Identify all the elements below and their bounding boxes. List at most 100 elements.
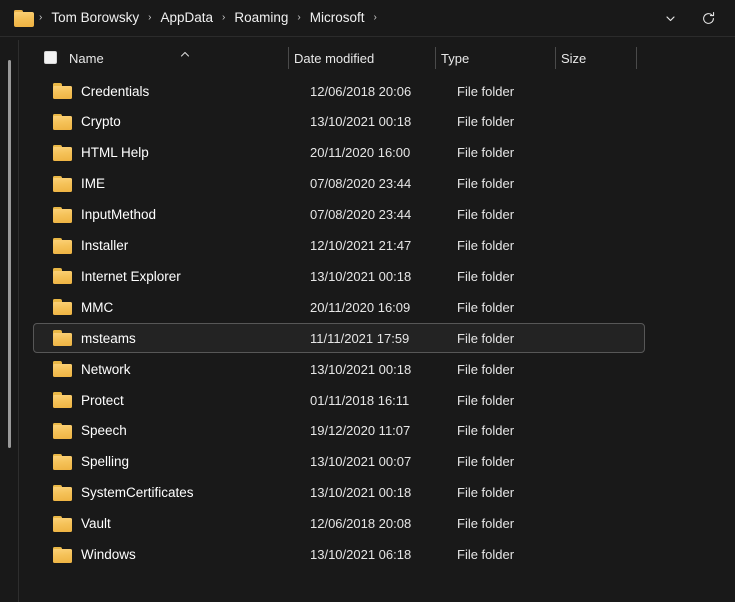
table-row[interactable]: Speech 19/12/2020 11:07 File folder xyxy=(33,416,645,446)
column-resize-handle[interactable] xyxy=(435,47,436,69)
sort-ascending-caret-icon xyxy=(178,46,192,57)
file-name-cell: Crypto xyxy=(34,113,121,130)
breadcrumb-item-roaming[interactable]: Roaming xyxy=(228,7,294,29)
folder-icon xyxy=(53,546,72,563)
file-date-cell: 20/11/2020 16:09 xyxy=(310,299,411,315)
file-name-label: Credentials xyxy=(81,83,150,99)
folder-icon xyxy=(53,175,72,192)
folder-icon xyxy=(53,113,72,130)
file-date-cell: 13/10/2021 00:18 xyxy=(310,268,412,284)
folder-icon xyxy=(53,330,72,347)
file-name-cell: Vault xyxy=(34,515,111,532)
file-date-cell: 13/10/2021 00:18 xyxy=(310,114,412,130)
table-row[interactable]: IME 07/08/2020 23:44 File folder xyxy=(33,169,645,199)
file-name-cell: Protect xyxy=(34,392,124,408)
file-name-cell: Internet Explorer xyxy=(34,268,181,285)
file-name-label: Internet Explorer xyxy=(81,268,181,284)
file-type-cell: File folder xyxy=(457,547,515,562)
file-name-cell: MMC xyxy=(34,299,114,316)
file-explorer-window: › Tom Borowsky › AppData › Roaming › Microsoft › xyxy=(0,0,735,602)
file-date-cell: 13/10/2021 06:18 xyxy=(310,547,412,562)
file-type-cell: File folder xyxy=(457,330,515,346)
address-bar-actions xyxy=(655,4,723,32)
table-row[interactable]: Spelling 13/10/2021 00:07 File folder xyxy=(33,447,645,477)
file-date-cell: 13/10/2021 00:07 xyxy=(310,454,412,470)
column-header-size[interactable]: Size xyxy=(561,44,586,72)
breadcrumb-separator[interactable]: › xyxy=(371,13,380,23)
refresh-icon[interactable] xyxy=(693,4,723,32)
table-row[interactable]: Internet Explorer 13/10/2021 00:18 File fo… xyxy=(33,261,645,291)
file-date-cell: 12/06/2018 20:06 xyxy=(310,83,412,99)
table-row[interactable]: InputMethod 07/08/2020 23:44 File folder xyxy=(33,200,645,230)
column-header-date-modified[interactable]: Date modified xyxy=(294,44,374,72)
file-date-cell: 13/10/2021 00:18 xyxy=(310,361,412,377)
table-row[interactable]: Vault 12/06/2018 20:08 File folder xyxy=(33,509,645,539)
breadcrumb-separator: › xyxy=(222,12,226,23)
breadcrumb-item-appdata[interactable]: AppData xyxy=(154,7,219,29)
file-type-cell: File folder xyxy=(457,268,515,284)
table-row[interactable]: Windows 13/10/2021 06:18 File folder xyxy=(33,540,645,570)
breadcrumb-item-microsoft[interactable]: Microsoft xyxy=(304,7,371,29)
file-date-cell: 07/08/2020 23:44 xyxy=(310,207,412,223)
file-name-label: msteams xyxy=(81,330,136,346)
file-type-cell: File folder xyxy=(457,145,515,161)
column-resize-handle[interactable] xyxy=(288,47,289,69)
folder-icon xyxy=(53,422,72,439)
file-date-cell: 01/11/2018 16:11 xyxy=(310,392,410,408)
folder-icon xyxy=(53,453,72,470)
file-name-cell: Speech xyxy=(34,422,127,439)
file-type-cell: File folder xyxy=(457,423,515,439)
table-row[interactable]: msteams 11/11/2021 17:59 File folder xyxy=(33,323,645,354)
folder-icon xyxy=(53,83,72,99)
file-type-cell: File folder xyxy=(457,454,515,470)
file-type-cell: File folder xyxy=(457,83,515,99)
table-row[interactable]: SystemCertificates 13/10/2021 00:18 File f… xyxy=(33,478,645,508)
file-date-cell: 07/08/2020 23:44 xyxy=(310,176,412,192)
file-type-cell: File folder xyxy=(457,207,515,223)
breadcrumb: › Tom Borowsky › AppData › Roaming › Microsoft › xyxy=(36,0,655,36)
file-name-cell: msteams xyxy=(34,330,136,347)
file-date-cell: 19/12/2020 11:07 xyxy=(310,423,411,439)
file-date-cell: 12/10/2021 21:47 xyxy=(310,238,412,253)
table-row[interactable]: MMC 20/11/2020 16:09 File folder xyxy=(33,292,645,322)
file-type-cell: File folder xyxy=(457,114,515,130)
table-row[interactable]: Protect 01/11/2018 16:11 File folder xyxy=(33,385,645,415)
column-resize-handle[interactable] xyxy=(555,47,556,69)
file-type-cell: File folder xyxy=(457,392,515,408)
column-header-name[interactable]: Name xyxy=(69,44,104,72)
file-list: Credentials 12/06/2018 20:06 File folder Cr… xyxy=(19,76,735,602)
table-row[interactable]: HTML Help 20/11/2020 16:00 File folder xyxy=(33,138,645,168)
table-row[interactable]: Credentials 12/06/2018 20:06 File folder xyxy=(33,76,645,106)
file-name-label: Vault xyxy=(81,516,111,532)
file-name-cell: Spelling xyxy=(34,453,130,470)
breadcrumb-item-tom-borowsky[interactable]: Tom Borowsky xyxy=(45,7,145,29)
folder-icon xyxy=(53,484,72,501)
folder-icon xyxy=(53,206,72,223)
file-name-label: Spelling xyxy=(81,454,130,470)
file-name-label: InputMethod xyxy=(81,207,157,223)
folder-icon xyxy=(53,515,72,532)
column-header-type[interactable]: Type xyxy=(441,44,469,72)
table-row[interactable]: Network 13/10/2021 00:18 File folder xyxy=(33,354,645,384)
select-all-checkbox[interactable] xyxy=(44,51,57,64)
file-name-label: Installer xyxy=(81,238,129,253)
file-date-cell: 12/06/2018 20:08 xyxy=(310,516,412,532)
scrollbar-thumb[interactable] xyxy=(8,60,11,448)
file-name-label: Speech xyxy=(81,423,127,439)
file-name-label: HTML Help xyxy=(81,145,149,161)
table-row[interactable]: Installer 12/10/2021 21:47 File folder xyxy=(33,231,645,261)
table-row[interactable]: Crypto 13/10/2021 00:18 File folder xyxy=(33,107,645,137)
column-resize-handle[interactable] xyxy=(636,47,637,69)
file-name-cell: InputMethod xyxy=(34,206,157,223)
folder-icon xyxy=(53,361,72,378)
breadcrumb-separator: › xyxy=(148,12,152,23)
file-name-label: Crypto xyxy=(81,114,121,130)
file-type-cell: File folder xyxy=(457,176,515,192)
file-type-cell: File folder xyxy=(457,238,515,253)
breadcrumb-separator: › xyxy=(297,12,301,23)
file-name-label: MMC xyxy=(81,299,114,315)
folder-icon xyxy=(53,392,72,408)
chevron-down-icon[interactable] xyxy=(655,4,685,32)
folder-icon xyxy=(53,299,72,316)
file-date-cell: 20/11/2020 16:00 xyxy=(310,145,411,161)
